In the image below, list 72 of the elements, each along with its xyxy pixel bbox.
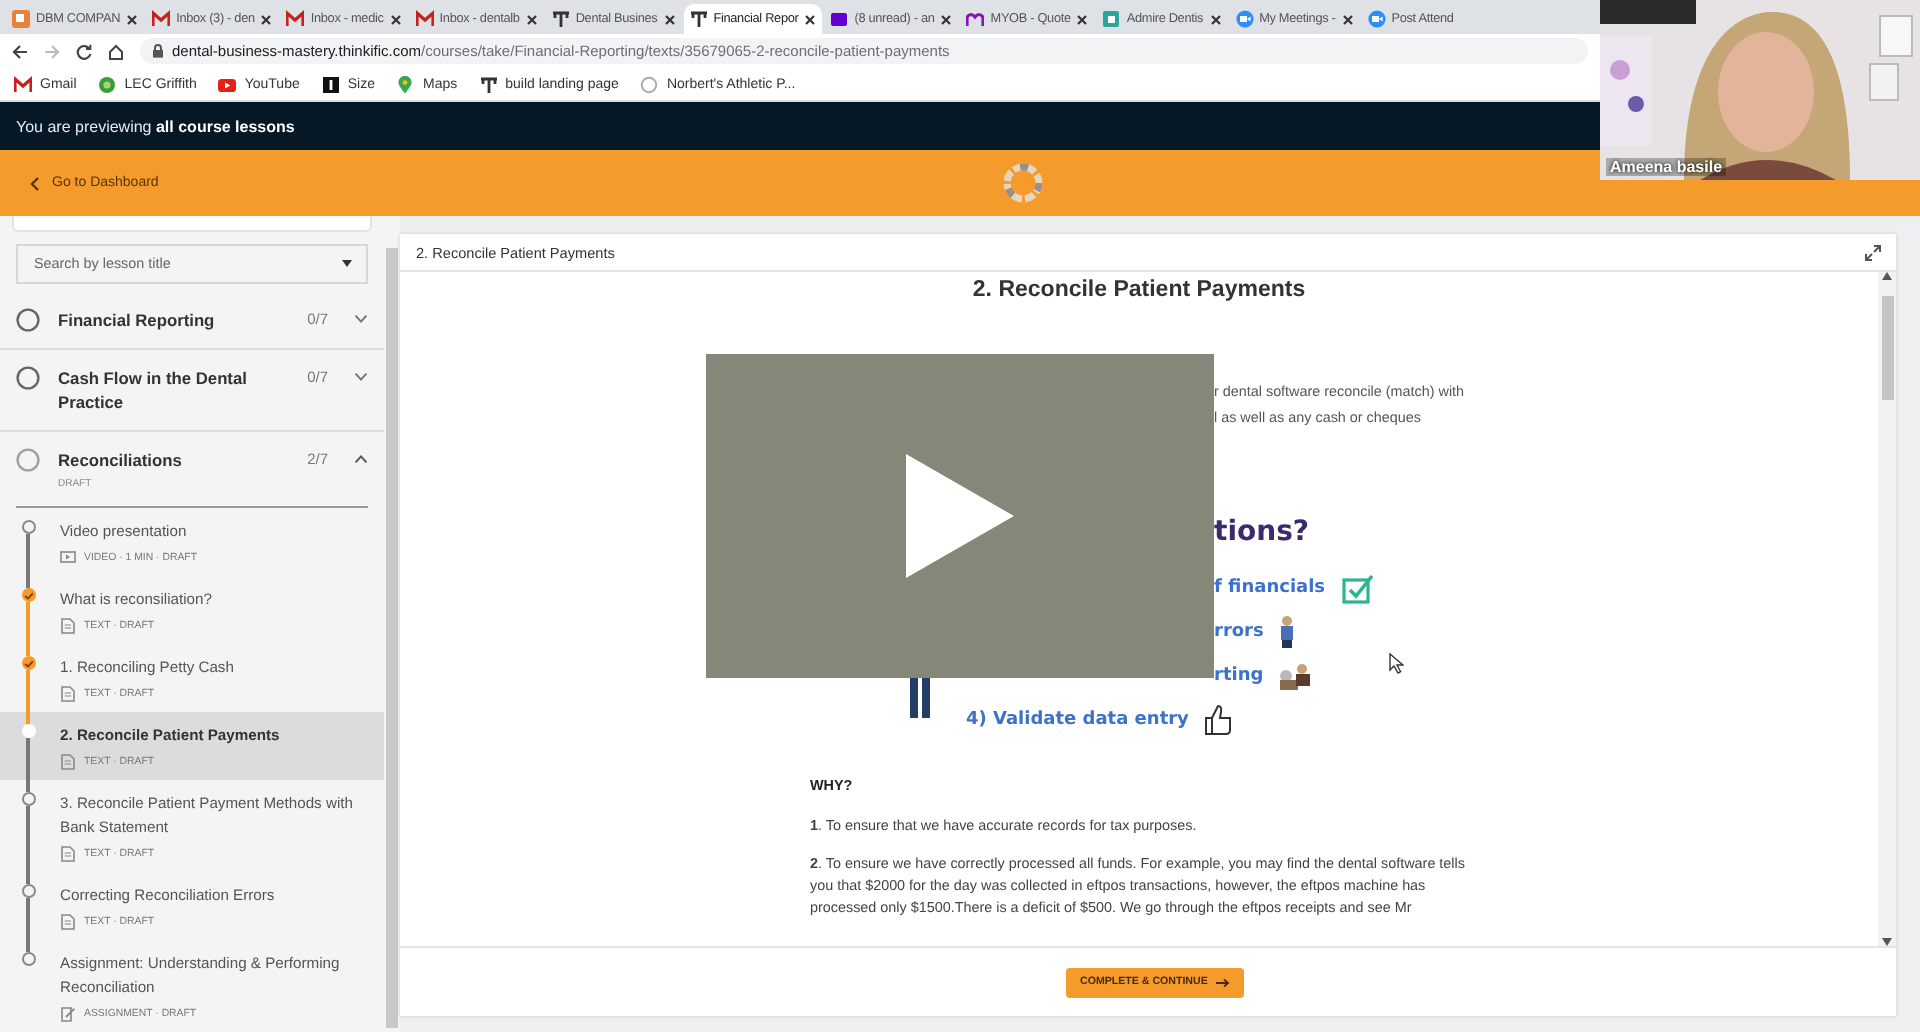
- back-arrow-icon[interactable]: [12, 43, 28, 59]
- infographic-point: rting: [1214, 666, 1264, 686]
- map-pin-icon: [396, 75, 415, 93]
- m-logo-icon: [966, 10, 985, 28]
- infographic-point: rrors: [1214, 622, 1264, 642]
- scroll-up-icon[interactable]: [1882, 272, 1892, 280]
- chevron-down-icon: [354, 313, 368, 324]
- document-icon: [60, 618, 76, 634]
- progress-circle-icon: [16, 307, 40, 332]
- expand-icon[interactable]: [1864, 243, 1882, 261]
- t-shape-icon: [551, 10, 570, 28]
- close-icon[interactable]: [525, 13, 538, 25]
- t-shape-icon: [479, 75, 498, 93]
- chevron-left-icon: [30, 175, 40, 191]
- chevron-down-icon: [354, 371, 368, 382]
- close-icon[interactable]: [126, 13, 139, 25]
- legs-drawing: [910, 674, 930, 718]
- mail-icon: [286, 10, 305, 28]
- scroll-down-icon[interactable]: [1882, 938, 1892, 946]
- scrollbar-thumb[interactable]: [1881, 296, 1893, 400]
- chapter-title: Financial Reporting: [58, 307, 217, 332]
- cursor-icon: [1388, 652, 1404, 674]
- infographic-point: f financials: [1214, 578, 1326, 598]
- document-icon: [60, 754, 76, 770]
- close-icon[interactable]: [940, 13, 953, 25]
- document-icon: [60, 686, 76, 702]
- edit-document-icon: [60, 1006, 76, 1022]
- participant-name: Ameena basile: [1606, 158, 1727, 176]
- scrollbar-thumb[interactable]: [386, 248, 398, 1028]
- lesson-title: 2. Reconcile Patient Payments: [972, 278, 1306, 302]
- infographic-heading: tions?: [1214, 516, 1312, 552]
- caret-icon: [342, 259, 352, 268]
- reload-icon[interactable]: [76, 43, 92, 59]
- globe-icon: [98, 75, 117, 93]
- globe-icon: [640, 75, 659, 93]
- thumbs-up-icon: [1204, 704, 1233, 736]
- video-icon: [60, 550, 76, 566]
- people-drawing: [1279, 663, 1310, 689]
- preview-notice: You are previewing all course lessons: [16, 117, 295, 135]
- arrow-right-icon: [1215, 977, 1230, 987]
- progress-circle-icon: [16, 365, 40, 390]
- close-icon[interactable]: [663, 13, 676, 25]
- mail-icon: [415, 10, 434, 28]
- infographic-point: 4) Validate data entry: [966, 710, 1189, 730]
- play-icon[interactable]: [902, 450, 1018, 582]
- close-icon[interactable]: [1341, 13, 1354, 25]
- video-camera-icon: [1367, 10, 1386, 28]
- chapter-title: Reconciliations: [58, 447, 184, 472]
- ring-logo-icon: [1002, 162, 1044, 204]
- square-icon: [321, 75, 340, 93]
- close-icon[interactable]: [1209, 13, 1222, 25]
- close-icon[interactable]: [804, 13, 817, 25]
- chevron-up-icon: [354, 453, 368, 464]
- mail-icon: [14, 75, 32, 93]
- square-logo-icon: [12, 10, 30, 28]
- t-shape-icon: [689, 10, 708, 28]
- home-icon[interactable]: [108, 43, 124, 59]
- close-icon[interactable]: [389, 13, 402, 25]
- play-logo-icon: [218, 75, 237, 93]
- checkbox-icon: [1341, 573, 1374, 603]
- close-icon[interactable]: [260, 13, 273, 25]
- square-logo-icon: [1102, 10, 1121, 28]
- document-icon: [60, 846, 76, 862]
- mail-icon: [152, 10, 171, 28]
- video-player[interactable]: [706, 354, 1214, 678]
- person-drawing: [1279, 616, 1294, 648]
- video-camera-icon: [1235, 10, 1254, 28]
- progress-circle-icon: [16, 447, 40, 472]
- close-icon[interactable]: [1076, 13, 1089, 25]
- document-icon: [60, 914, 76, 930]
- lock-icon: [152, 44, 164, 58]
- chapter-title: Cash Flow in the Dental Practice: [58, 365, 249, 414]
